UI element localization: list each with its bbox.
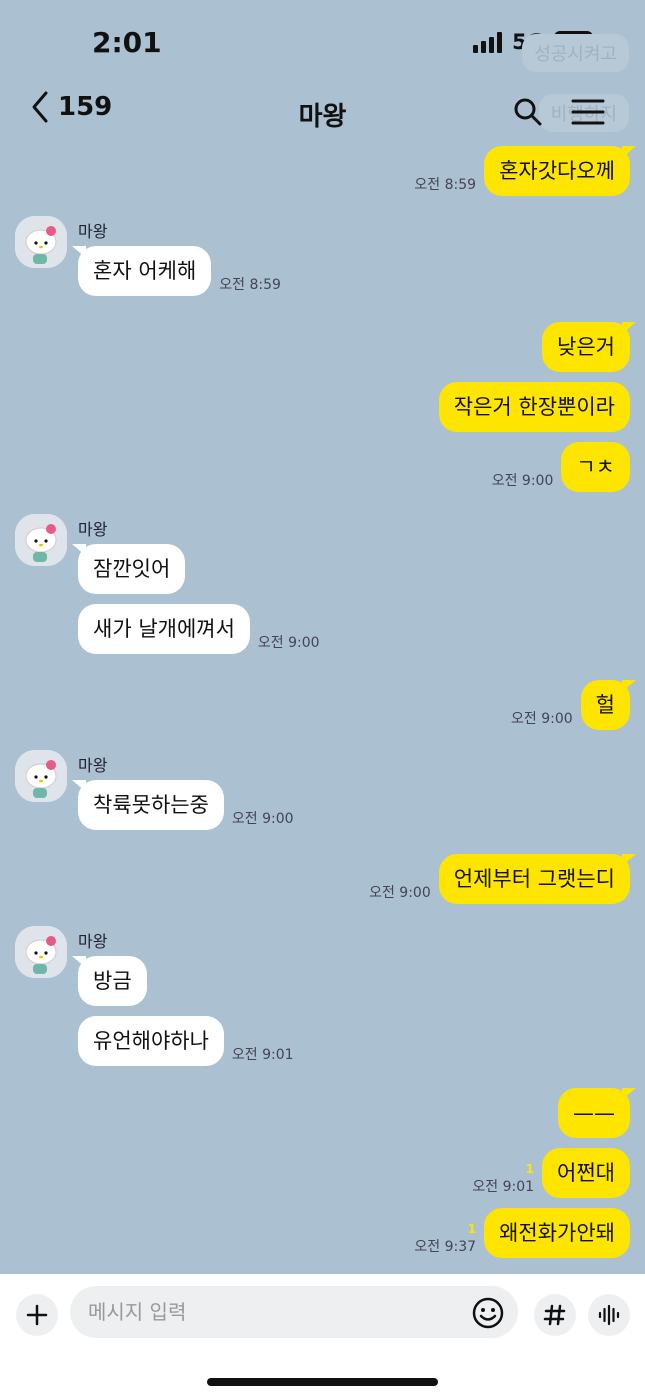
message-row: 착륙못하는중 오전 9:00 [72, 780, 302, 830]
message-row: —— [558, 1088, 636, 1138]
message-row: 새가 날개에껴서 오전 9:00 [78, 604, 328, 654]
message-meta: 오전 8:59 [414, 174, 476, 194]
message-row: 혼자 어케해 오전 8:59 [71, 246, 289, 296]
message-meta: 1 오전 9:01 [472, 1162, 534, 1196]
message-time: 오전 9:37 [414, 1239, 477, 1255]
other-message-bubble[interactable]: 새가 날개에껴서 [78, 604, 250, 654]
message-input-bar [0, 1274, 645, 1398]
back-chevron-icon [32, 91, 48, 123]
avatar[interactable] [15, 514, 67, 566]
message-row: 낮은거 [542, 322, 636, 372]
hashtag-icon [543, 1304, 566, 1326]
message-meta: 오전 8:59 [219, 274, 281, 294]
sender-name: 마왕 [78, 756, 108, 775]
chat-header: 159 마왕 [0, 88, 645, 140]
other-message-bubble[interactable]: 혼자 어케해 [71, 246, 212, 296]
message-meta: 1 오전 9:37 [414, 1222, 476, 1256]
menu-icon [571, 99, 605, 125]
back-button[interactable]: 159 [30, 90, 112, 124]
message-time: 오전 9:00 [369, 885, 431, 901]
other-message-bubble[interactable]: 방금 [72, 956, 147, 1006]
plus-icon [26, 1304, 48, 1326]
other-message-bubble[interactable]: 착륙못하는중 [72, 780, 224, 830]
message-meta: 오전 9:00 [258, 632, 320, 652]
emoji-icon [472, 1297, 504, 1329]
my-message-bubble[interactable]: 헐 [580, 680, 637, 730]
hello-kitty-avatar-icon [15, 514, 67, 566]
message-row: 유언해야하나 오전 9:01 [78, 1016, 302, 1066]
signal-icon [473, 31, 503, 53]
message-meta: 오전 9:00 [369, 882, 431, 902]
my-message-bubble[interactable]: 왜전화가안돼 [484, 1208, 630, 1258]
other-message-bubble[interactable]: 유언해야하나 [78, 1016, 224, 1066]
message-row: 작은거 한장뿐이라 [438, 382, 630, 432]
message-row: 오전 9:00 헐 [503, 680, 637, 730]
my-message-bubble[interactable]: 낮은거 [542, 322, 636, 372]
message-time: 오전 8:59 [414, 177, 477, 193]
sender-name: 마왕 [78, 932, 108, 951]
message-time: 오전 9:01 [472, 1179, 535, 1195]
my-message-bubble[interactable]: —— [558, 1088, 636, 1138]
message-meta: 오전 9:00 [511, 708, 573, 728]
my-message-bubble[interactable]: 어쩐대 [542, 1148, 630, 1198]
message-time: 오전 8:59 [219, 277, 281, 293]
message-input[interactable] [70, 1286, 518, 1338]
search-button[interactable] [508, 92, 548, 132]
avatar[interactable] [15, 926, 67, 978]
voice-icon [598, 1304, 620, 1326]
message-time: 오전 9:00 [257, 635, 320, 651]
unread-count: 1 [525, 1162, 535, 1176]
chat-area[interactable]: 오전 8:59 혼자갓다오께 마왕 혼자 어케해 오전 8:59 낮은거 작은거… [0, 140, 645, 1274]
attach-button[interactable] [16, 1294, 58, 1336]
my-message-bubble[interactable]: ㄱㅊ [561, 442, 630, 492]
unread-count: 1 [467, 1222, 477, 1236]
ghost-preview: 성공시켜고 [522, 34, 629, 72]
my-message-bubble[interactable]: 작은거 한장뿐이라 [438, 382, 630, 432]
message-row: 1 오전 9:01 어쩐대 [464, 1148, 630, 1198]
unread-chat-count: 159 [58, 92, 113, 122]
message-row: 오전 9:00 언제부터 그랫는디 [361, 854, 637, 904]
hello-kitty-avatar-icon [15, 216, 67, 268]
other-message-bubble[interactable]: 잠깐잇어 [71, 544, 186, 594]
avatar[interactable] [15, 216, 67, 268]
hello-kitty-avatar-icon [15, 926, 67, 978]
message-row: 오전 9:00 ㄱㅊ [484, 442, 630, 492]
message-meta: 오전 9:00 [232, 808, 294, 828]
message-time: 오전 9:00 [231, 811, 294, 827]
home-indicator [207, 1378, 438, 1386]
voice-button[interactable] [588, 1294, 630, 1336]
my-message-bubble[interactable]: 혼자갓다오께 [484, 146, 636, 196]
message-meta: 오전 9:00 [492, 470, 554, 490]
message-time: 오전 9:01 [231, 1047, 294, 1063]
hello-kitty-avatar-icon [15, 750, 67, 802]
message-row: 방금 [72, 956, 147, 1006]
avatar[interactable] [15, 750, 67, 802]
status-time: 2:01 [92, 26, 162, 59]
sender-name: 마왕 [78, 520, 108, 539]
emoji-button[interactable] [470, 1295, 506, 1331]
message-row: 오전 8:59 혼자갓다오께 [406, 146, 636, 196]
my-message-bubble[interactable]: 언제부터 그랫는디 [438, 854, 637, 904]
sender-name: 마왕 [78, 222, 108, 241]
message-row: 잠깐잇어 [71, 544, 186, 594]
message-row: 1 오전 9:37 왜전화가안돼 [406, 1208, 630, 1258]
message-meta: 오전 9:01 [232, 1044, 294, 1064]
message-time: 오전 9:00 [511, 711, 573, 727]
menu-button[interactable] [568, 92, 608, 132]
hashtag-button[interactable] [534, 1294, 576, 1336]
message-time: 오전 9:00 [491, 473, 554, 489]
search-icon [514, 98, 542, 126]
